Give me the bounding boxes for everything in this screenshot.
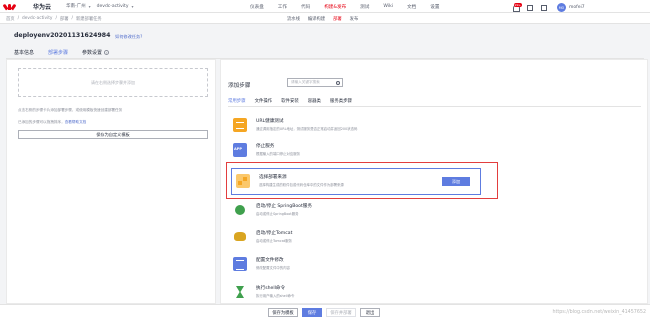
huawei-logo-icon (2, 2, 17, 11)
subnav-build[interactable]: 编译构建 (308, 16, 325, 22)
breadcrumb-current: 新建部署任务 (75, 17, 102, 22)
logo[interactable] (2, 2, 17, 11)
nav-settings[interactable]: 设置 (430, 4, 439, 10)
chevron-down-icon: ▾ (131, 3, 134, 9)
step-desc: 根据输入的端口停止对应服务 (256, 152, 301, 156)
region-dropdown[interactable]: 华南-广州 ▾ (66, 3, 91, 10)
avatar[interactable]: MO (557, 3, 566, 12)
save-button[interactable]: 保存 (302, 308, 322, 317)
save-custom-template-button[interactable]: 保存为自定义模板 (18, 130, 208, 139)
help-doc-link[interactable]: 查看帮助文档 (65, 120, 87, 124)
main-nav: 仪表盘 工作 代码 构建&发布 测试 Wiki 文档 设置 (250, 0, 453, 13)
save-as-template-button[interactable]: 保存为模板 (268, 308, 298, 317)
breadcrumb-sep: / (71, 16, 73, 21)
step-name: 执行shell命令 (256, 286, 286, 291)
nav-build-release[interactable]: 构建&发布 (324, 4, 346, 10)
hourglass-icon (233, 285, 247, 299)
nav-dashboard[interactable]: 仪表盘 (250, 4, 264, 10)
breadcrumb: 首页 / devdc-activity / 部署 / 新建部署任务 (6, 16, 105, 22)
save-deploy-button[interactable]: 保存并部署 (326, 308, 356, 317)
step-name: 启动/停止 SpringBoot服务 (256, 204, 312, 209)
chevron-down-icon: ▾ (88, 3, 91, 9)
top-icons: 99+ MO mofei7 (512, 3, 585, 12)
breadcrumb-deploy[interactable]: 部署 (60, 16, 69, 22)
power-icon (233, 203, 247, 217)
search-icon[interactable] (336, 81, 340, 85)
step-desc: 启动或停止Tomcat服务 (256, 239, 292, 243)
info-icon: ? (104, 50, 110, 55)
project-label: devdc-activity (96, 3, 129, 9)
steps-hint: 点击右侧的步骤卡片添加部署步骤，或使用模板快速创建部署任务 (18, 108, 123, 112)
app-icon (233, 143, 247, 157)
step-name: 启动/停止Tomcat (256, 231, 293, 236)
sub-nav: 流水线 编译构建 部署 发布 (287, 16, 366, 22)
search-placeholder: 请输入关键字搜索 (291, 80, 320, 84)
sub-bar: 首页 / devdc-activity / 部署 / 新建部署任务 流水线 编译… (0, 13, 650, 24)
help-link[interactable]: 如何修改任务? (115, 34, 142, 40)
bottom-bar: 保存为模板 保存 保存并部署 退出 https://blog.csdn.net/… (0, 304, 650, 320)
grid-icon[interactable] (527, 4, 533, 11)
hint-text: 已添加的步骤可以拖拽排序， (18, 120, 65, 124)
page-title: deployenv20201131624984 (14, 32, 111, 39)
step-name: URL健康测试 (256, 119, 284, 124)
step-desc: 启动或停止SpringBoot服务 (256, 212, 299, 216)
tomcat-icon (233, 230, 247, 244)
nav-code[interactable]: 代码 (301, 4, 310, 10)
subnav-pipeline[interactable]: 流水线 (287, 16, 300, 22)
top-bar: 华为云 华南-广州 ▾ devdc-activity ▾ 仪表盘 工作 代码 构… (0, 0, 650, 13)
step-name: 停止服务 (256, 144, 275, 149)
url-test-icon (233, 118, 247, 132)
nav-docs[interactable]: 文档 (407, 4, 416, 10)
add-step-button[interactable]: 添加 (442, 177, 470, 186)
step-desc: 通过调用指定的URL地址，测试服务是否正常启动并返回200状态码 (256, 127, 358, 131)
subnav-release[interactable]: 发布 (350, 16, 359, 22)
region-label: 华南-广州 (66, 4, 86, 9)
project-dropdown[interactable]: devdc-activity ▾ (97, 4, 134, 9)
nav-work[interactable]: 工作 (278, 4, 287, 10)
step-name: 选择部署来源 (259, 175, 287, 180)
brand-name: 华为云 (33, 3, 52, 11)
bell-icon[interactable]: 99+ (512, 3, 522, 12)
steps-panel: 请在右侧选择步骤并添加 点击右侧的步骤卡片添加部署步骤，或使用模板快速创建部署任… (6, 59, 216, 304)
step-desc: 选择构建生成的软件包或代码仓库中的文件作为部署来源 (259, 183, 344, 187)
username[interactable]: mofei7 (569, 5, 585, 10)
package-icon (236, 174, 250, 188)
tab-params-label: 参数设置 (82, 50, 103, 56)
notification-badge: 99+ (513, 3, 522, 7)
step-dropzone[interactable]: 请在右侧选择步骤并添加 (18, 68, 208, 97)
add-step-title: 添加步骤 (228, 83, 251, 89)
divider (228, 106, 641, 107)
watermark: https://blog.csdn.net/weixin_41457652 (552, 310, 646, 315)
step-desc: 修改配置文件中的内容 (256, 266, 290, 270)
subnav-deploy[interactable]: 部署 (333, 16, 342, 22)
breadcrumb-home[interactable]: 首页 (6, 16, 15, 22)
steps-hint-2: 已添加的步骤可以拖拽排序，查看帮助文档 (18, 120, 208, 125)
breadcrumb-sep: / (17, 16, 20, 21)
nav-test[interactable]: 测试 (360, 4, 369, 10)
breadcrumb-sep: / (55, 16, 57, 21)
help-icon[interactable] (541, 4, 547, 11)
step-name: 配置文件修改 (256, 258, 284, 263)
config-file-icon (233, 257, 247, 271)
nav-wiki[interactable]: Wiki (383, 4, 393, 9)
breadcrumb-project[interactable]: devdc-activity (22, 16, 52, 22)
step-search-input[interactable]: 请输入关键字搜索 (287, 78, 343, 87)
step-desc: 执行用户输入的shell命令 (256, 294, 295, 298)
exit-button[interactable]: 退出 (360, 308, 380, 317)
